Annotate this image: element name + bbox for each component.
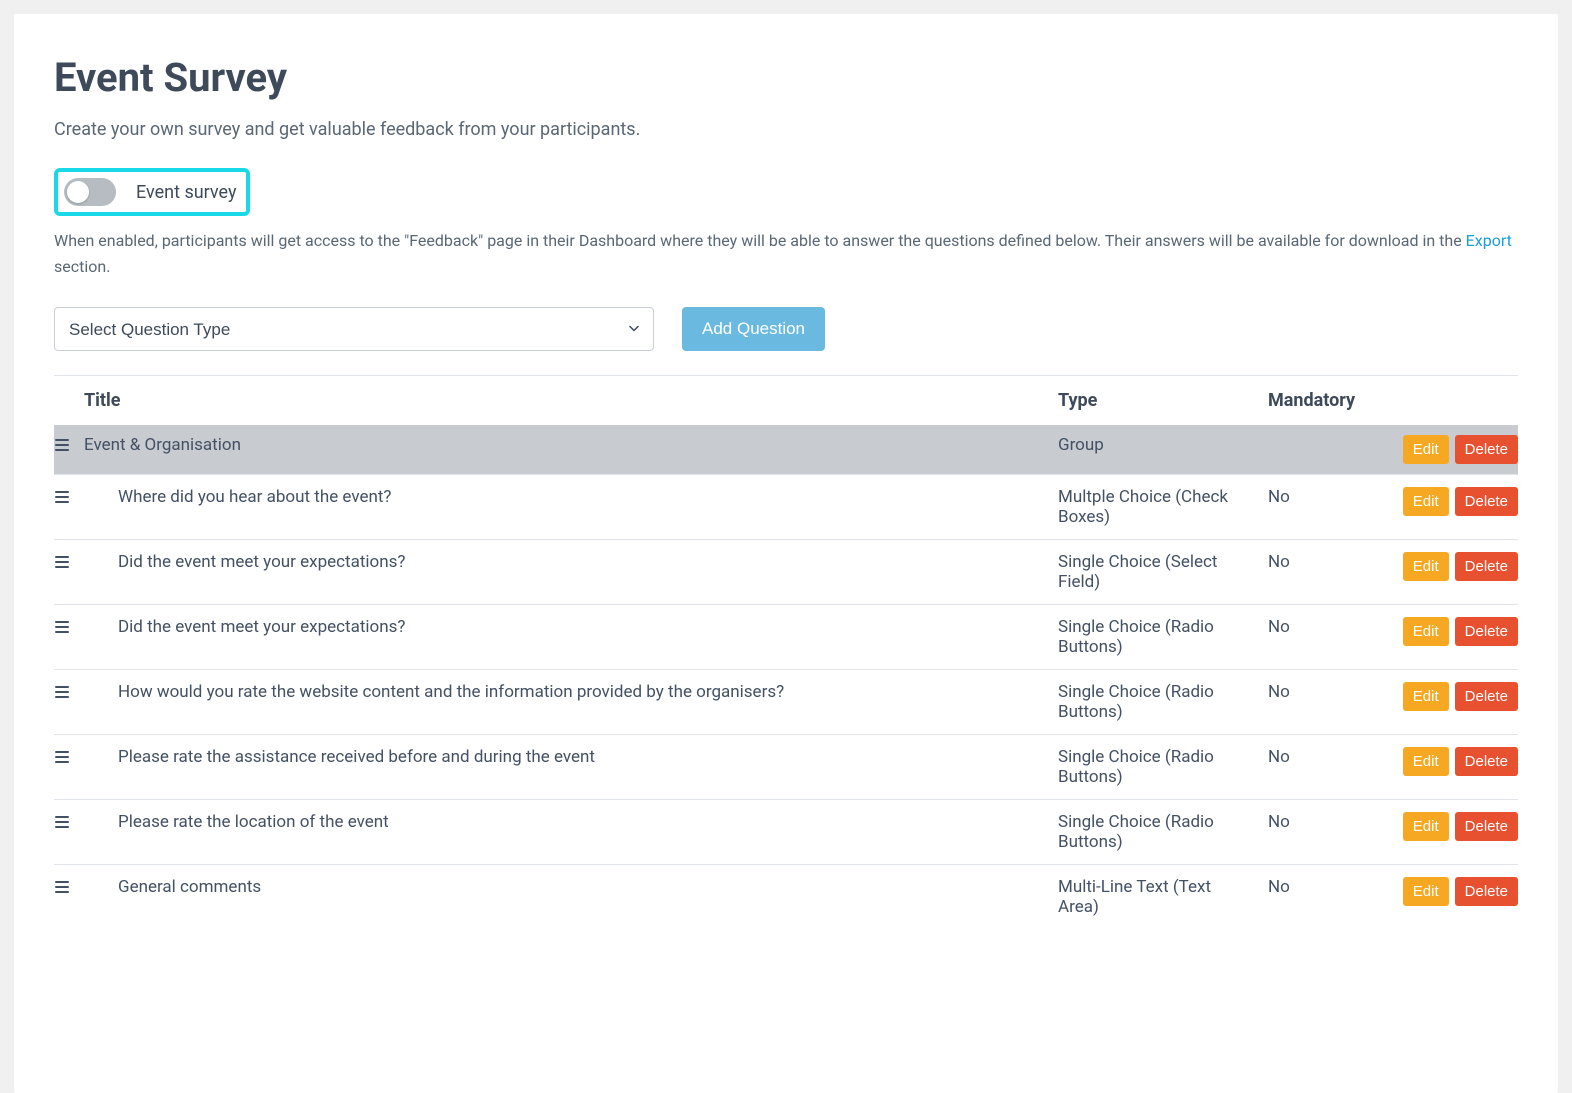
table-header: Title Type Mandatory (54, 376, 1518, 425)
table-row: Event & OrganisationGroup EditDelete (54, 425, 1518, 474)
table-row: Did the event meet your expectations?Sin… (54, 604, 1518, 669)
row-title: Event & Organisation (84, 435, 1058, 455)
row-mandatory: No (1268, 812, 1388, 832)
row-mandatory: No (1268, 747, 1388, 767)
edit-button[interactable]: Edit (1403, 877, 1449, 906)
delete-button[interactable]: Delete (1455, 487, 1518, 516)
drag-handle-icon[interactable] (54, 879, 70, 895)
delete-button[interactable]: Delete (1455, 435, 1518, 464)
export-link[interactable]: Export (1466, 231, 1512, 250)
drag-handle-icon[interactable] (54, 437, 70, 453)
row-mandatory: No (1268, 877, 1388, 897)
table-row: General commentsMulti-Line Text (Text Ar… (54, 864, 1518, 929)
row-title: How would you rate the website content a… (84, 682, 1058, 702)
help-text-prefix: When enabled, participants will get acce… (54, 231, 1466, 250)
edit-button[interactable]: Edit (1403, 435, 1449, 464)
delete-button[interactable]: Delete (1455, 877, 1518, 906)
row-title: Did the event meet your expectations? (84, 552, 1058, 572)
page-title: Event Survey (54, 54, 1518, 101)
row-type: Group (1058, 435, 1268, 455)
delete-button[interactable]: Delete (1455, 617, 1518, 646)
help-text: When enabled, participants will get acce… (54, 228, 1518, 279)
page-subtitle: Create your own survey and get valuable … (54, 119, 1518, 140)
table-body: Event & OrganisationGroupEditDeleteWhere… (54, 425, 1518, 929)
row-title: Did the event meet your expectations? (84, 617, 1058, 637)
delete-button[interactable]: Delete (1455, 747, 1518, 776)
drag-handle-icon[interactable] (54, 814, 70, 830)
drag-handle-icon[interactable] (54, 684, 70, 700)
edit-button[interactable]: Edit (1403, 812, 1449, 841)
edit-button[interactable]: Edit (1403, 747, 1449, 776)
row-mandatory: No (1268, 617, 1388, 637)
row-type: Single Choice (Radio Buttons) (1058, 617, 1268, 657)
edit-button[interactable]: Edit (1403, 617, 1449, 646)
help-text-suffix: section. (54, 257, 110, 276)
row-title: Please rate the location of the event (84, 812, 1058, 832)
row-mandatory: No (1268, 682, 1388, 702)
drag-handle-icon[interactable] (54, 489, 70, 505)
table-row: How would you rate the website content a… (54, 669, 1518, 734)
table-row: Please rate the location of the eventSin… (54, 799, 1518, 864)
edit-button[interactable]: Edit (1403, 487, 1449, 516)
edit-button[interactable]: Edit (1403, 682, 1449, 711)
event-survey-toggle-highlight: Event survey (54, 168, 250, 216)
header-type: Type (1058, 390, 1268, 411)
row-type: Single Choice (Radio Buttons) (1058, 812, 1268, 852)
drag-handle-icon[interactable] (54, 619, 70, 635)
row-mandatory: No (1268, 487, 1388, 507)
add-question-button[interactable]: Add Question (682, 307, 825, 351)
delete-button[interactable]: Delete (1455, 552, 1518, 581)
controls-row: Select Question Type Add Question (54, 307, 1518, 351)
event-survey-toggle[interactable] (64, 178, 116, 206)
header-title: Title (84, 390, 1058, 411)
delete-button[interactable]: Delete (1455, 682, 1518, 711)
row-title: Please rate the assistance received befo… (84, 747, 1058, 767)
question-type-select[interactable]: Select Question Type (54, 307, 654, 351)
questions-table: Title Type Mandatory Event & Organisatio… (54, 375, 1518, 929)
row-title: Where did you hear about the event? (84, 487, 1058, 507)
page-container: Event Survey Create your own survey and … (14, 14, 1558, 1093)
row-mandatory: No (1268, 552, 1388, 572)
row-title: General comments (84, 877, 1058, 897)
row-type: Multple Choice (Check Boxes) (1058, 487, 1268, 527)
drag-handle-icon[interactable] (54, 749, 70, 765)
question-type-select-wrap: Select Question Type (54, 307, 654, 351)
edit-button[interactable]: Edit (1403, 552, 1449, 581)
table-row: Please rate the assistance received befo… (54, 734, 1518, 799)
toggle-knob (67, 181, 89, 203)
header-mandatory: Mandatory (1268, 390, 1388, 411)
row-type: Single Choice (Radio Buttons) (1058, 682, 1268, 722)
row-type: Single Choice (Select Field) (1058, 552, 1268, 592)
table-row: Where did you hear about the event?Multp… (54, 474, 1518, 539)
row-type: Single Choice (Radio Buttons) (1058, 747, 1268, 787)
drag-handle-icon[interactable] (54, 554, 70, 570)
row-type: Multi-Line Text (Text Area) (1058, 877, 1268, 917)
table-row: Did the event meet your expectations?Sin… (54, 539, 1518, 604)
event-survey-toggle-label: Event survey (136, 182, 236, 203)
delete-button[interactable]: Delete (1455, 812, 1518, 841)
